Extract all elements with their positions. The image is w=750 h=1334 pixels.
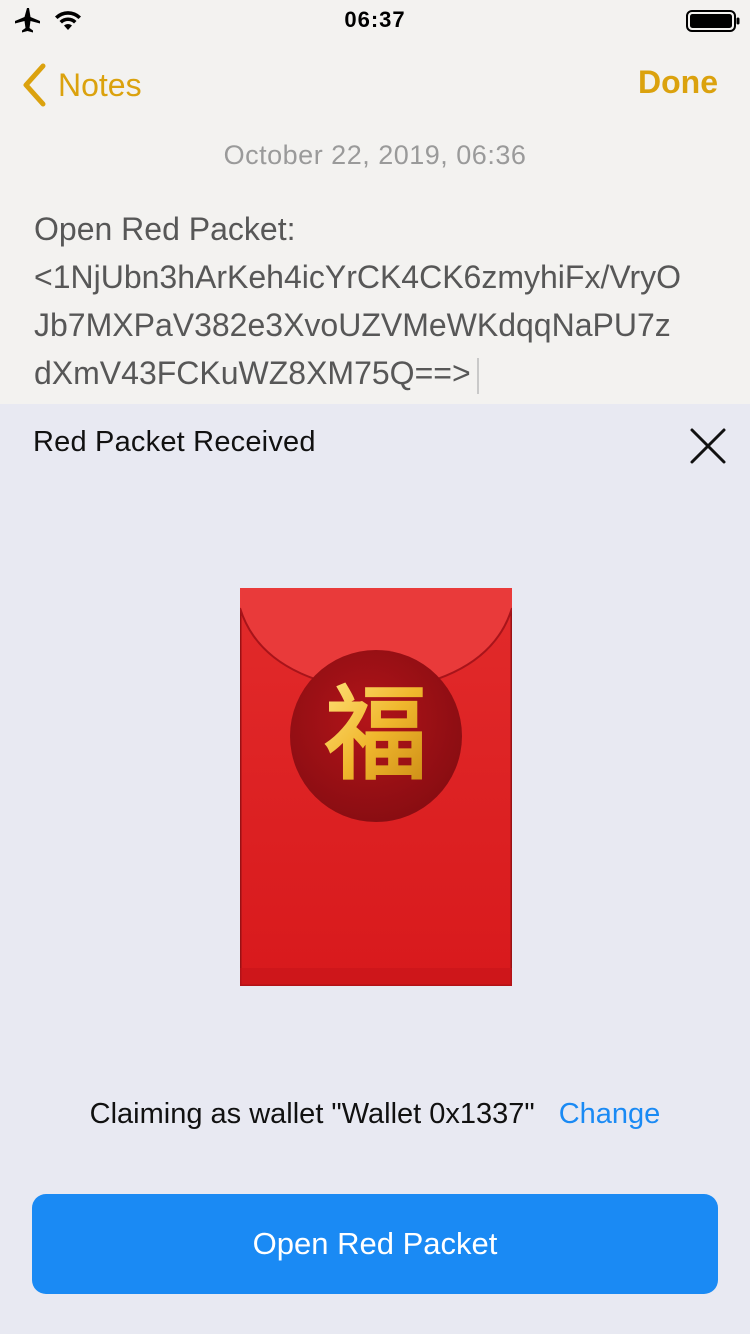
battery-icon (686, 10, 740, 32)
chevron-left-icon (23, 63, 46, 107)
note-date: October 22, 2019, 06:36 (223, 140, 527, 170)
sheet-title: Red Packet Received (33, 426, 316, 458)
envelope-character: 福 (324, 676, 427, 795)
status-time: 06:37 (344, 7, 406, 32)
claim-wallet-text: Claiming as wallet "Wallet 0x1337" (89, 1098, 535, 1130)
note-line: <1NjUbn3hArKeh4icYrCK4CK6zmyhiFx/VryO (34, 259, 682, 295)
note-line: Jb7MXPaV382e3XvoUZVMeWKdqqNaPU7z (34, 307, 671, 343)
change-wallet-link[interactable]: Change (559, 1098, 661, 1131)
back-button[interactable]: Notes (20, 60, 142, 110)
note-line: Open Red Packet: (34, 211, 296, 247)
claim-row: Claiming as wallet "Wallet 0x1337" Chang… (0, 1098, 750, 1131)
red-packet-sheet: Red Packet Received 福 Claiming as wallet… (0, 404, 750, 1334)
note-line-last: dXmV43FCKuWZ8XM75Q==> (34, 349, 734, 397)
text-cursor (476, 357, 479, 394)
red-envelope-image: 福 (240, 588, 512, 986)
done-button[interactable]: Done (638, 64, 718, 101)
note-line-text: dXmV43FCKuWZ8XM75Q==> (34, 355, 471, 391)
back-button-label: Notes (58, 66, 142, 103)
open-red-packet-button[interactable]: Open Red Packet (32, 1194, 718, 1294)
notes-background: 06:37 Notes Done October 22, 2019, 06:36… (0, 0, 750, 404)
status-bar: 06:37 (0, 0, 750, 40)
close-icon[interactable] (686, 424, 730, 468)
note-body[interactable]: Open Red Packet: <1NjUbn3hArKeh4icYrCK4C… (34, 205, 734, 397)
